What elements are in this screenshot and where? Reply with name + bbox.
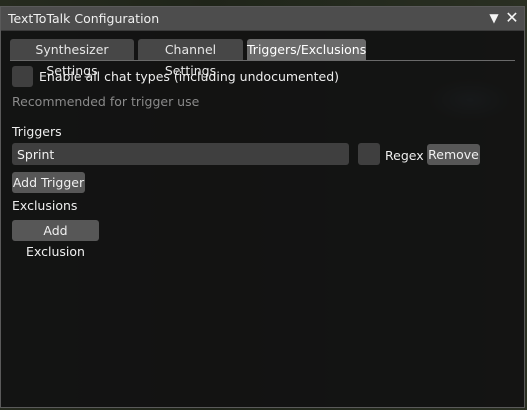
window-title: TextToTalk Configuration (8, 11, 160, 26)
close-icon[interactable]: ✕ (504, 9, 520, 27)
regex-checkbox[interactable] (358, 143, 380, 165)
tab-channel-settings[interactable]: Channel Settings (138, 39, 243, 78)
remove-trigger-button[interactable]: Remove (427, 144, 480, 165)
add-trigger-button[interactable]: Add Trigger (12, 172, 85, 193)
regex-label: Regex (385, 148, 424, 163)
tab-divider (10, 60, 515, 61)
title-bar[interactable]: TextToTalk Configuration ▼ ✕ (1, 7, 524, 31)
exclusions-heading: Exclusions (12, 198, 78, 213)
enable-all-chat-types-checkbox[interactable] (12, 66, 33, 87)
tab-synthesizer-settings[interactable]: Synthesizer Settings (10, 39, 134, 78)
enable-all-chat-types-label: Enable all chat types (including undocum… (39, 69, 340, 84)
trigger-hint-text: Recommended for trigger use (12, 94, 200, 109)
triggers-heading: Triggers (12, 124, 62, 139)
add-exclusion-button[interactable]: Add Exclusion (12, 220, 99, 259)
tab-triggers-exclusions[interactable]: Triggers/Exclusions (247, 39, 366, 60)
trigger-input[interactable] (12, 143, 349, 165)
config-window: TextToTalk Configuration ▼ ✕ Synthesizer… (0, 6, 525, 408)
triangle-down-icon[interactable]: ▼ (486, 9, 502, 27)
